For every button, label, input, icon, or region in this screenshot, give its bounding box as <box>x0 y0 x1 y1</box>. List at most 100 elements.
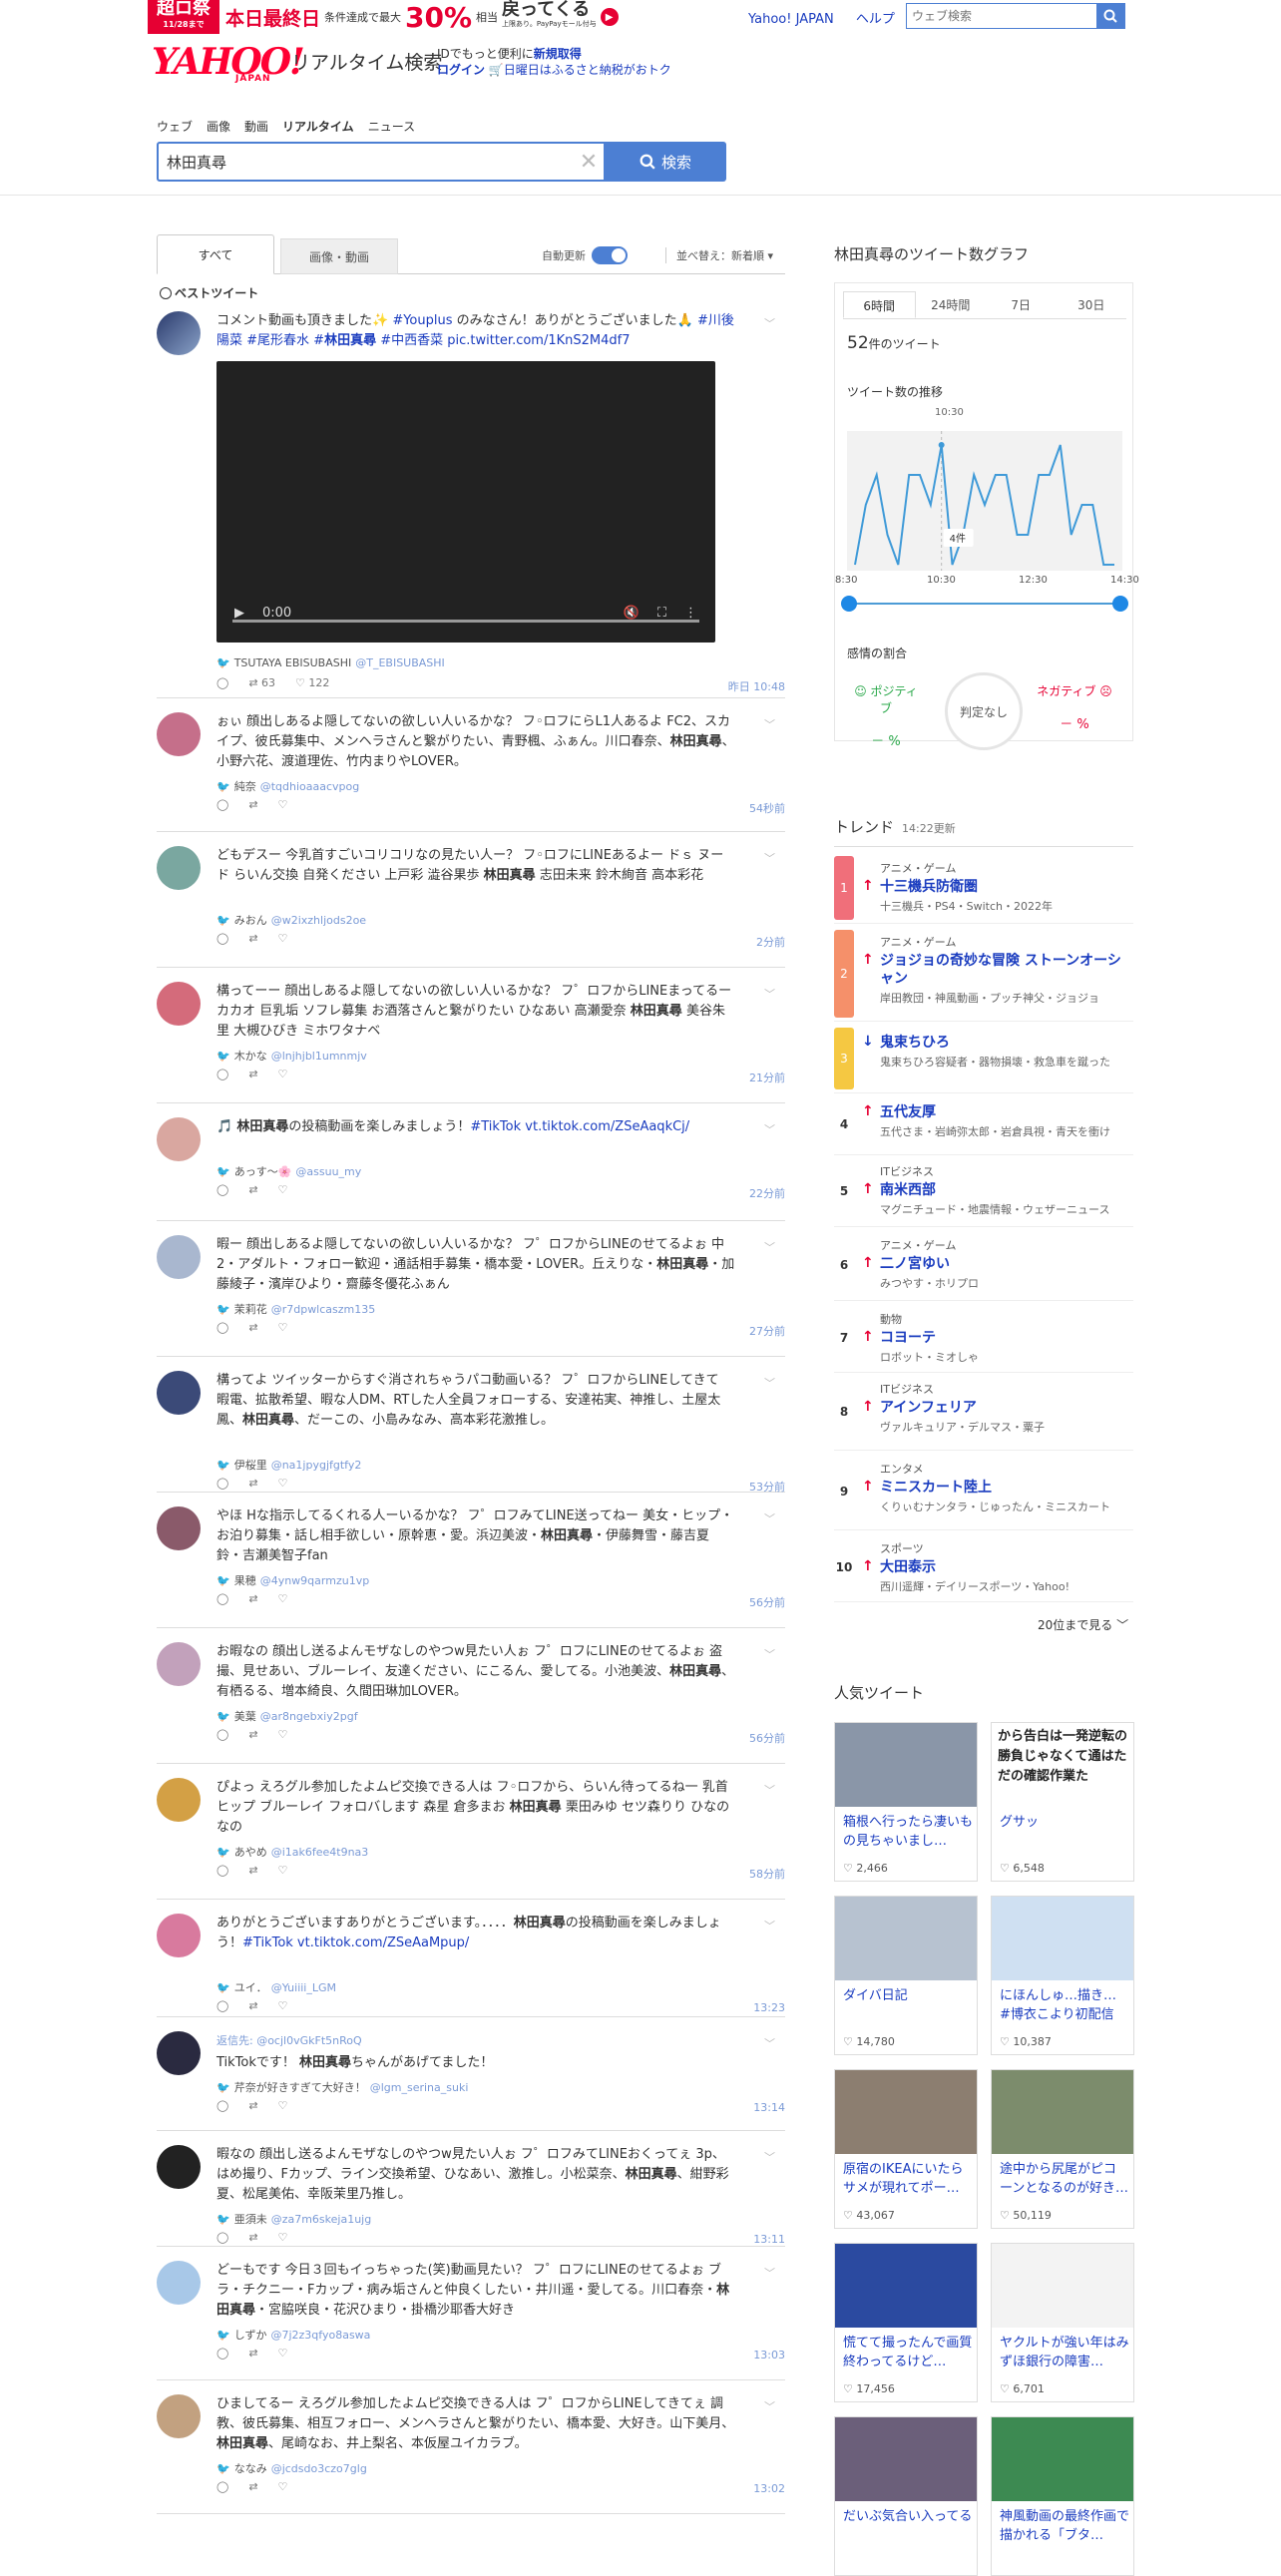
tweet-author[interactable]: 🐦亜須未@za7m6skeja1ujg <box>216 2211 371 2227</box>
chevron-down-icon[interactable]: ﹀ <box>764 1782 775 1798</box>
tweet-time[interactable]: 56分前 <box>749 1594 785 1610</box>
range-slider-end[interactable] <box>1112 596 1128 612</box>
tweet-author[interactable]: 🐦TSUTAYA EBISUBASHI@T_EBISUBASHI <box>216 656 445 669</box>
tweet-time[interactable]: 13:02 <box>753 2482 785 2495</box>
nav-news[interactable]: ニュース <box>368 118 415 135</box>
like-icon[interactable]: ♡ <box>278 1592 288 1605</box>
popular-tweet-card[interactable]: ダイバ日記♡ 14,780 <box>834 1896 978 2055</box>
chevron-down-icon[interactable]: ﹀ <box>764 716 775 732</box>
retweet-icon[interactable]: ⇄ <box>248 2099 257 2112</box>
retweet-icon[interactable]: ⇄ <box>248 1592 257 1605</box>
avatar[interactable] <box>157 2394 201 2438</box>
reply-icon[interactable]: ◯ <box>216 2480 228 2493</box>
popular-tweet-card[interactable]: 箱根へ行ったら凄いもの見ちゃいまし…♡ 2,466 <box>834 1722 978 1882</box>
like-icon[interactable]: ♡ <box>278 2480 288 2493</box>
trend-item[interactable]: 10スポーツ↑大田泰示西川遥輝・デイリースポーツ・Yahoo! <box>834 1536 1133 1602</box>
fullscreen-icon[interactable]: ⛶ <box>657 606 666 621</box>
chevron-down-icon[interactable]: ﹀ <box>764 315 775 331</box>
tiktok-link[interactable]: #TikTok vt.tiktok.com/ZSeAaMpup/ <box>242 1935 469 1950</box>
tweet-author[interactable]: 🐦純奈@tqdhioaaacvpog <box>216 778 359 794</box>
tweet-time[interactable]: 2分前 <box>756 934 785 950</box>
chevron-down-icon[interactable]: ﹀ <box>764 1121 775 1137</box>
popular-tweet-card[interactable]: 神風動画の最終作画で描かれる「ブタ… <box>991 2416 1134 2576</box>
avatar[interactable] <box>157 1914 201 1957</box>
reply-to[interactable]: 返信先: @ocjl0vGkFt5nRoQ <box>216 2031 735 2051</box>
retweet-icon[interactable]: ⇄ <box>248 798 257 811</box>
help-link[interactable]: ヘルプ <box>856 12 895 27</box>
like-icon[interactable]: ♡ <box>278 1999 288 2012</box>
range-slider-start[interactable] <box>841 596 857 612</box>
tweet-author[interactable]: 🐦しずか@7j2z3qfyo8aswa <box>216 2327 370 2343</box>
chevron-down-icon[interactable]: ﹀ <box>764 2149 775 2165</box>
tweet-time[interactable]: 22分前 <box>749 1185 785 1201</box>
chevron-down-icon[interactable]: ﹀ <box>764 1239 775 1255</box>
retweet-icon[interactable]: ⇄ <box>248 2480 257 2493</box>
tab-all[interactable]: すべて <box>157 234 274 274</box>
popular-tweet-card[interactable]: 原宿のIKEAにいたらサメが現れてポー…♡ 43,067 <box>834 2069 978 2229</box>
retweet-icon[interactable]: ⇄ <box>248 1999 257 2012</box>
chevron-down-icon[interactable]: ﹀ <box>764 850 775 866</box>
like-icon[interactable]: ♡ <box>278 1068 288 1080</box>
like-icon[interactable]: ♡ <box>278 1864 288 1877</box>
like-icon[interactable]: ♡ <box>278 932 288 945</box>
yahoo-japan-link[interactable]: Yahoo! JAPAN <box>748 12 834 27</box>
tweet-author[interactable]: 🐦ユイ．@Yuiiii_LGM <box>216 1979 336 1995</box>
retweet-icon[interactable]: ⇄ <box>248 1068 257 1080</box>
like-icon[interactable]: ♡ <box>278 2347 288 2360</box>
tweet-author[interactable]: 🐦あっす〜🌸@assuu_my <box>216 1163 361 1179</box>
furusato-link[interactable]: 日曜日はふるさと納税がおトク <box>504 63 671 77</box>
reply-icon[interactable]: ◯ <box>216 676 228 689</box>
trend-item[interactable]: 3↓鬼束ちひろ鬼束ちひろ容疑者・器物損壊・救急車を蹴った <box>834 1028 1133 1093</box>
chevron-down-icon[interactable]: ﹀ <box>764 1646 775 1662</box>
popular-tweet-card[interactable]: にほんしゅ…描き… #博衣こより初配信♡ 10,387 <box>991 1896 1134 2055</box>
chevron-down-icon[interactable]: ﹀ <box>764 2398 775 2414</box>
avatar[interactable] <box>157 712 201 756</box>
clear-icon[interactable]: ✕ <box>574 150 604 175</box>
avatar[interactable] <box>157 1506 201 1550</box>
pic-link[interactable]: pic.twitter.com/1KnS2M4df7 <box>443 333 630 348</box>
tweet-line-chart[interactable]: 4件 <box>847 431 1122 571</box>
graph-tab-6h[interactable]: 6時間 <box>843 291 916 318</box>
trend-more-link[interactable]: 20位まで見る ﹀ <box>1038 1616 1128 1633</box>
web-search-input[interactable] <box>907 4 1096 28</box>
web-search-button[interactable] <box>1096 4 1124 28</box>
reply-icon[interactable]: ◯ <box>216 1321 228 1334</box>
tweet-author[interactable]: 🐦木かな@lnjhjbl1umnmjv <box>216 1048 367 1064</box>
mute-icon[interactable]: 🔇 <box>624 606 640 621</box>
graph-tab-24h[interactable]: 24時間 <box>916 291 987 318</box>
popular-tweet-card[interactable]: 慌てて撮ったんで画質終わってるけど…♡ 17,456 <box>834 2243 978 2402</box>
tweet-author[interactable]: 🐦みおん@w2ixzhljods2oe <box>216 912 366 928</box>
like-icon[interactable]: ♡ <box>278 2099 288 2112</box>
popular-tweet-card[interactable]: 途中から尻尾がピコーンとなるのが好き…♡ 50,119 <box>991 2069 1134 2229</box>
tweet-time[interactable]: 56分前 <box>749 1730 785 1746</box>
service-name[interactable]: リアルタイム検索 <box>291 48 442 75</box>
reply-icon[interactable]: ◯ <box>216 932 228 945</box>
search-button[interactable]: 検索 <box>605 142 726 182</box>
reply-icon[interactable]: ◯ <box>216 1728 228 1741</box>
trend-item[interactable]: 7動物↑コヨーテロボット・ミオしゃ <box>834 1307 1133 1373</box>
retweet-icon[interactable]: ⇄ <box>248 1864 257 1877</box>
more-options-icon[interactable]: ⋮ <box>684 606 697 621</box>
chevron-down-icon[interactable]: ﹀ <box>764 1510 775 1526</box>
popular-tweet-card[interactable]: ヤクルトが強い年はみずほ銀行の障害…♡ 6,701 <box>991 2243 1134 2402</box>
reply-icon[interactable]: ◯ <box>216 1477 228 1490</box>
popular-tweet-card[interactable]: だいぶ気合い入ってる <box>834 2416 978 2576</box>
avatar[interactable] <box>157 2031 201 2075</box>
trend-title[interactable]: 十三機兵防衛圏 <box>880 878 1133 896</box>
retweet-icon[interactable]: ⇄ <box>248 1477 257 1490</box>
trend-title[interactable]: コヨーテ <box>880 1329 1133 1347</box>
like-icon[interactable]: ♡ <box>278 2231 288 2244</box>
nav-realtime[interactable]: リアルタイム <box>282 118 354 135</box>
avatar[interactable] <box>157 982 201 1026</box>
tweet-time[interactable]: 53分前 <box>749 1479 785 1495</box>
trend-item[interactable]: 5ITビジネス↑南米西部マグニチュード・地震情報・ウェザーニュース <box>834 1159 1133 1227</box>
like-icon[interactable]: ♡ <box>278 798 288 811</box>
chevron-down-icon[interactable]: ﹀ <box>764 2035 775 2051</box>
avatar[interactable] <box>157 1778 201 1822</box>
trend-title[interactable]: 大田泰示 <box>880 1558 1133 1576</box>
trend-item[interactable]: 2アニメ・ゲーム↑ジョジョの奇妙な冒険 ストーンオーシャン岸田教団・神風動画・プ… <box>834 930 1133 1022</box>
retweet-icon[interactable]: ⇄ <box>248 2231 257 2244</box>
avatar[interactable] <box>157 1235 201 1279</box>
avatar[interactable] <box>157 2145 201 2189</box>
login-link[interactable]: ログイン <box>437 63 485 77</box>
